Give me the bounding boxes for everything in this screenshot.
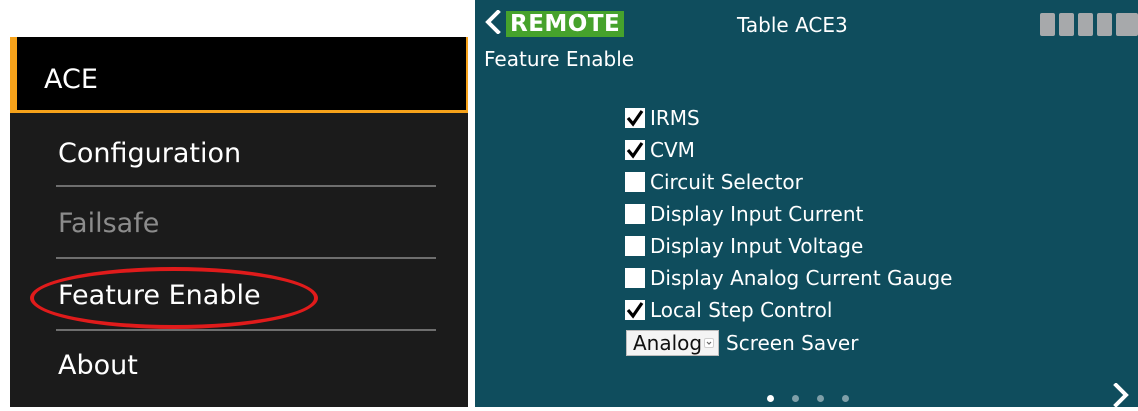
checkmark-icon (626, 110, 644, 127)
menu-divider (56, 329, 436, 331)
checkbox-unchecked[interactable] (625, 236, 645, 256)
table-title: Table ACE3 (737, 13, 848, 37)
chevron-right-icon (1113, 382, 1129, 408)
menu-divider (56, 185, 436, 187)
feature-label: Display Input Voltage (650, 234, 864, 258)
ace-menu-panel: ACE Configuration Failsafe Feature Enabl… (10, 37, 468, 407)
chevron-down-icon (704, 338, 714, 348)
feature-label: CVM (650, 138, 695, 162)
feature-label: Circuit Selector (650, 170, 803, 194)
feature-row: IRMS (625, 105, 700, 131)
chevron-left-icon (485, 9, 501, 35)
screen-saver-select[interactable]: Analog (626, 330, 719, 356)
status-block (1116, 13, 1138, 36)
status-block (1078, 13, 1093, 36)
checkbox-unchecked[interactable] (625, 172, 645, 192)
screen-saver-selected-value: Analog (633, 331, 703, 355)
feature-label: IRMS (650, 106, 700, 130)
feature-row: Local Step Control (625, 297, 832, 323)
page-dot[interactable] (767, 395, 774, 402)
status-block (1040, 13, 1055, 36)
menu-item-feature-enable[interactable]: Feature Enable (58, 280, 261, 312)
checkbox-unchecked[interactable] (625, 204, 645, 224)
page-title: Feature Enable (484, 47, 635, 71)
feature-row: Display Input Voltage (625, 233, 863, 259)
menu-header: ACE (10, 37, 468, 113)
checkbox-checked[interactable] (625, 108, 645, 128)
checkmark-icon (626, 142, 644, 159)
device-screen: REMOTE Table ACE3 Feature Enable IRMS CVM… (475, 0, 1138, 408)
feature-label: Display Analog Current Gauge (650, 266, 953, 290)
back-button[interactable] (484, 9, 502, 35)
feature-row: Circuit Selector (625, 169, 803, 195)
feature-label: Local Step Control (650, 298, 833, 322)
status-block (1097, 13, 1112, 36)
checkbox-checked[interactable] (625, 300, 645, 320)
feature-label: Display Input Current (650, 202, 864, 226)
menu-item-about[interactable]: About (58, 350, 138, 382)
feature-row: CVM (625, 137, 695, 163)
page-dot[interactable] (817, 395, 824, 402)
status-block (1059, 13, 1074, 36)
checkmark-icon (626, 302, 644, 319)
checkbox-unchecked[interactable] (625, 268, 645, 288)
feature-row: Display Analog Current Gauge (625, 265, 952, 291)
screen-saver-label: Screen Saver (726, 331, 859, 355)
next-button[interactable] (1112, 382, 1130, 408)
remote-badge: REMOTE (506, 11, 625, 37)
feature-row: Display Input Current (625, 201, 863, 227)
menu-divider (56, 257, 436, 259)
menu-item-configuration[interactable]: Configuration (58, 138, 241, 170)
page-dot[interactable] (792, 395, 799, 402)
checkbox-checked[interactable] (625, 140, 645, 160)
menu-item-failsafe: Failsafe (58, 208, 160, 239)
page-dot[interactable] (842, 395, 849, 402)
menu-header-label: ACE (44, 64, 98, 95)
